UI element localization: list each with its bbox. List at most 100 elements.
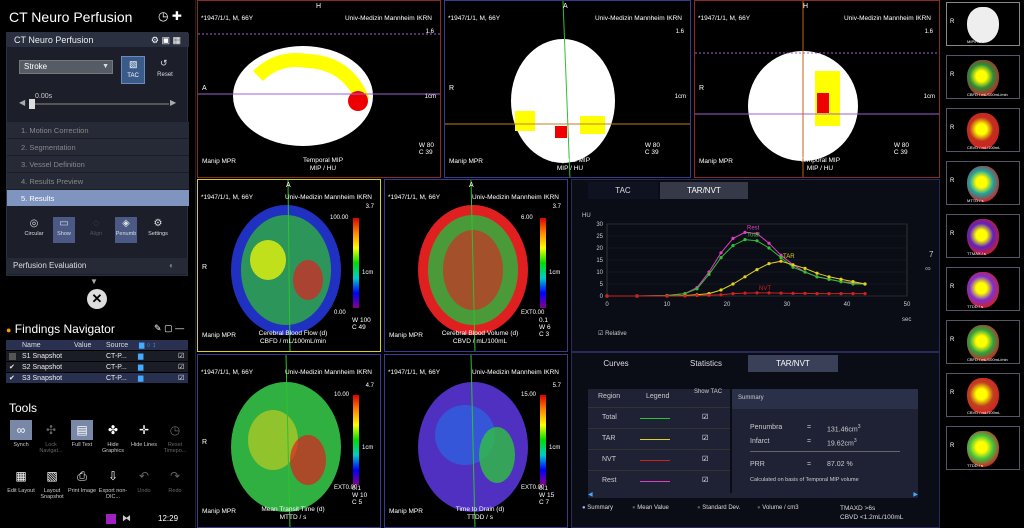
hide-graphics-tool[interactable]: ✤ Hide Graphics [98, 420, 128, 460]
lock-navigator-tool[interactable]: ✣ Lock Navigat... [36, 420, 66, 460]
synch-tool[interactable]: ∞ Synch [6, 420, 36, 460]
row-checkbox[interactable] [9, 353, 16, 360]
viewport-cbf[interactable]: *1947/1/1, M, 66Y Univ-Medizin Mannheim … [197, 179, 381, 352]
thumbnail[interactable]: R CBVD / mL/100mL [946, 373, 1020, 417]
viewport-coronal[interactable]: *1947/1/1, M, 66Y Univ-Medizin Mannheim … [694, 0, 940, 178]
print-image-tool[interactable]: ⎙ Print Image [67, 466, 97, 506]
radio-dot-icon: ● [757, 505, 761, 511]
show-tac-checkbox[interactable]: ☑ [702, 434, 708, 442]
layout-snapshot-tool[interactable]: ▧ Layout Snapshot [37, 466, 67, 506]
thumbnail[interactable]: R TTDD / s [946, 426, 1020, 470]
play-back-icon[interactable]: ◀ [19, 98, 25, 107]
x-tick-label: 10 [664, 302, 671, 308]
edit-icon[interactable]: ✎ [154, 323, 162, 333]
tab-tar-nvt[interactable]: TAR/NVT [748, 355, 838, 372]
show-tac-checkbox[interactable]: ☑ [702, 455, 708, 463]
thumbnail[interactable]: R CBFD / mL/100mL/min [946, 320, 1020, 364]
legend-line [640, 439, 670, 440]
time-slider-thumb[interactable] [29, 99, 35, 109]
align-button[interactable]: ◌ Align [85, 217, 107, 243]
add-icon[interactable]: ✚ [172, 9, 182, 23]
region-row[interactable]: Rest ☑ [588, 470, 730, 490]
row-checkbox[interactable]: ✔ [9, 362, 15, 373]
play-forward-icon[interactable]: ▶ [170, 98, 176, 107]
redo-tool[interactable]: ↷ Redo [160, 466, 190, 506]
viewport-ttd[interactable]: *1947/1/1, M, 66Y Univ-Medizin Mannheim … [384, 354, 568, 528]
zoom: 3.7 [365, 204, 374, 210]
row-checkbox[interactable]: ✔ [9, 373, 15, 384]
thumbnail[interactable]: R MIP/HU [946, 2, 1020, 46]
thumbnail[interactable]: R TTDD / s [946, 267, 1020, 311]
region-row[interactable]: Total ☑ [588, 407, 730, 427]
grid-icon[interactable]: ▦ [172, 35, 181, 45]
window-icon[interactable]: ▢ [164, 323, 173, 333]
radio-summary[interactable]: ● Summary [582, 505, 613, 511]
close-button[interactable]: ✕ [87, 289, 107, 309]
col-value[interactable]: Value [74, 340, 91, 351]
scroll-right-icon[interactable]: ▶ [913, 491, 918, 498]
task-icon[interactable]: ◷ [158, 9, 168, 23]
check-icon[interactable]: ☑ [178, 362, 184, 373]
data-point [707, 272, 711, 276]
step-segmentation[interactable]: 2. Segmentation [7, 138, 189, 155]
mode-select[interactable]: Stroke ▼ [19, 60, 113, 74]
radio-stddev[interactable]: ● Standard Dev. [697, 505, 740, 511]
radio-label: Summary [587, 505, 613, 511]
penumb-button[interactable]: ◈ Penumb [115, 217, 137, 243]
viewport-mtt[interactable]: *1947/1/1, M, 66Y Univ-Medizin Mannheim … [197, 354, 381, 528]
check-icon[interactable]: ☑ [178, 351, 184, 362]
radio-mean[interactable]: ● Mean Value [632, 505, 669, 511]
col-source[interactable]: Source [106, 340, 128, 351]
show-tac-checkbox[interactable]: ☑ [702, 413, 708, 421]
export-tool[interactable]: ⇩ Export non-DIC... [98, 466, 128, 506]
hide-lines-tool[interactable]: ✛ Hide Lines [129, 420, 159, 460]
settings-button[interactable]: ⚙ Settings [147, 217, 169, 243]
tac-button[interactable]: ▧ TAC [121, 56, 145, 84]
step-results-preview[interactable]: 4. Results Preview [7, 172, 189, 189]
viewport-sagittal[interactable]: *1947/1/1, M, 66Y Univ-Medizin Mannheim … [197, 0, 441, 178]
region-row[interactable]: NVT ☑ [588, 449, 730, 469]
step-vessel-definition[interactable]: 3. Vessel Definition [7, 155, 189, 172]
tab-statistics[interactable]: Statistics [662, 355, 750, 372]
scrollbar[interactable]: ◀ ▶ [588, 491, 918, 498]
chevron-down-icon[interactable]: ▼ [90, 277, 98, 286]
table-row[interactable]: ✔ S2 Snapshot CT-P... ▆ ☑ [6, 362, 188, 373]
step-results[interactable]: 5. Results [7, 189, 189, 206]
tab-curves[interactable]: Curves [572, 355, 660, 372]
layout-icon[interactable]: ⧓ [122, 513, 131, 524]
col-name[interactable]: Name [22, 340, 41, 351]
reset-timepoint-tool[interactable]: ◷ Reset Timepo... [160, 420, 190, 460]
table-row[interactable]: ✔ S3 Snapshot CT-P... ▆ ☑ [6, 373, 188, 384]
check-icon[interactable]: ☑ [178, 373, 184, 384]
edit-layout-tool[interactable]: ▦ Edit Layout [6, 466, 36, 506]
window-icon[interactable]: ▣ [161, 35, 170, 45]
reset-button[interactable]: ↺ Reset [153, 56, 177, 84]
data-point [731, 282, 735, 286]
thumbnail-image [967, 378, 999, 414]
time-slider[interactable] [29, 103, 169, 105]
undo-tool[interactable]: ↶ Undo [129, 466, 159, 506]
relative-checkbox[interactable]: ☑ Relative [598, 330, 627, 337]
table-row[interactable]: S1 Snapshot CT-P... ▆ ☑ [6, 351, 188, 362]
region-row[interactable]: TAR ☑ [588, 428, 730, 448]
thumbnail[interactable]: R CBVD / mL/100mL [946, 108, 1020, 152]
minimize-icon[interactable]: — [175, 323, 184, 333]
circular-button[interactable]: ◎ Circular [23, 217, 45, 243]
orient-left: R [202, 264, 208, 271]
radio-volume[interactable]: ● Volume / cm3 [757, 505, 799, 511]
scroll-left-icon[interactable]: ◀ [588, 491, 593, 498]
gear-icon[interactable]: ⚙ [151, 35, 159, 45]
full-text-tool[interactable]: ▤ Full Text [67, 420, 97, 460]
thumbnail-image [967, 60, 999, 96]
thumbnail[interactable]: R CBFD / mL/100mL/min [946, 55, 1020, 99]
viewport-cbv[interactable]: *1947/1/1, M, 66Y Univ-Medizin Mannheim … [384, 179, 568, 352]
show-button[interactable]: ▭ Show [53, 217, 75, 243]
thumbnail-label: TTDD / s [967, 304, 983, 309]
step-motion-correction[interactable]: 1. Motion Correction [7, 121, 189, 138]
orient-left: R [202, 439, 208, 446]
viewport-axial[interactable]: *1947/1/1, M, 66Y Univ-Medizin Mannheim … [444, 0, 691, 178]
thumbnail[interactable]: R TTMAX / s [946, 214, 1020, 258]
perfusion-evaluation[interactable]: Perfusion Evaluation ◐ [6, 258, 188, 274]
thumbnail[interactable]: R MTTD / s [946, 161, 1020, 205]
show-tac-checkbox[interactable]: ☑ [702, 476, 708, 484]
